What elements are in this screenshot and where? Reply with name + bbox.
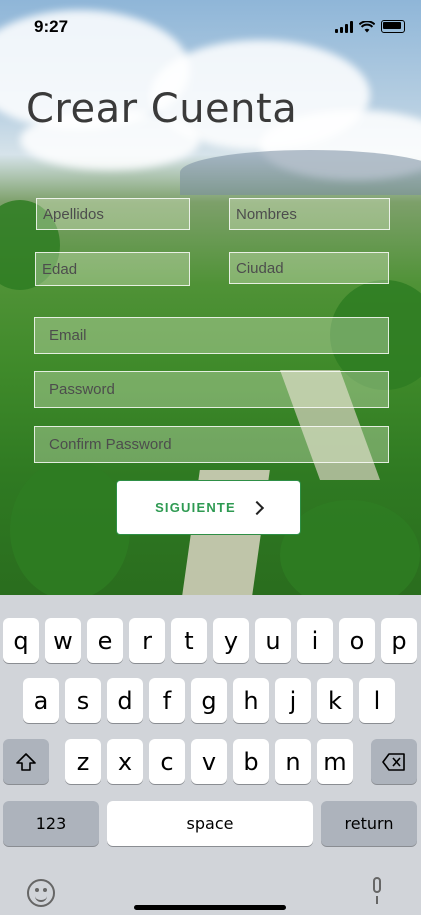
key[interactable]: i — [297, 618, 333, 663]
key[interactable]: c — [149, 739, 185, 784]
emoji-icon[interactable] — [27, 879, 55, 907]
key[interactable]: o — [339, 618, 375, 663]
status-time: 9:27 — [34, 17, 69, 36]
key[interactable]: l — [359, 678, 395, 723]
page-title: Crear Cuenta — [26, 86, 298, 132]
signal-icon — [335, 20, 353, 33]
password-input[interactable] — [49, 381, 388, 398]
delete-key[interactable] — [371, 739, 417, 784]
nombres-input[interactable] — [236, 205, 389, 223]
siguiente-label: SIGUIENTE — [155, 500, 236, 515]
wifi-icon — [359, 20, 375, 32]
ciudad-input[interactable] — [236, 259, 388, 277]
microphone-icon[interactable] — [370, 877, 384, 907]
key[interactable]: t — [171, 618, 207, 663]
status-icons — [335, 20, 405, 33]
status-bar: 9:27 — [0, 0, 421, 52]
key[interactable]: x — [107, 739, 143, 784]
home-indicator — [134, 905, 286, 910]
shift-icon — [16, 752, 36, 771]
confirm-password-input[interactable] — [49, 436, 388, 453]
key[interactable]: z — [65, 739, 101, 784]
battery-icon — [381, 20, 405, 33]
apellidos-input[interactable] — [43, 205, 189, 223]
key[interactable]: f — [149, 678, 185, 723]
key[interactable]: w — [45, 618, 81, 663]
chevron-right-icon — [249, 500, 265, 515]
key[interactable]: k — [317, 678, 353, 723]
ciudad-field[interactable] — [229, 252, 389, 284]
key[interactable]: h — [233, 678, 269, 723]
shift-key[interactable] — [3, 739, 49, 784]
nombres-field[interactable] — [229, 198, 390, 230]
screen: 9:27 Crear Cuenta SIGUIENTE q w e r — [0, 0, 421, 915]
key[interactable]: n — [275, 739, 311, 784]
password-field[interactable] — [34, 371, 389, 408]
backspace-icon — [382, 752, 405, 771]
key[interactable]: a — [23, 678, 59, 723]
key[interactable]: p — [381, 618, 417, 663]
email-field[interactable] — [34, 317, 389, 354]
edad-input[interactable] — [42, 260, 189, 278]
key[interactable]: m — [317, 739, 353, 784]
key[interactable]: v — [191, 739, 227, 784]
keyboard: q w e r t y u i o p a s d f g h j k l z — [0, 595, 421, 915]
key[interactable]: q — [3, 618, 39, 663]
key[interactable]: g — [191, 678, 227, 723]
key[interactable]: j — [275, 678, 311, 723]
key[interactable]: r — [129, 618, 165, 663]
edad-field[interactable] — [35, 252, 190, 286]
numbers-key[interactable]: 123 — [3, 801, 99, 846]
siguiente-button[interactable]: SIGUIENTE — [116, 480, 301, 535]
return-key[interactable]: return — [321, 801, 417, 846]
key[interactable]: d — [107, 678, 143, 723]
key[interactable]: y — [213, 618, 249, 663]
email-input[interactable] — [49, 327, 388, 344]
key[interactable]: e — [87, 618, 123, 663]
key[interactable]: b — [233, 739, 269, 784]
confirm-password-field[interactable] — [34, 426, 389, 463]
key[interactable]: u — [255, 618, 291, 663]
apellidos-field[interactable] — [36, 198, 190, 230]
space-key[interactable]: space — [107, 801, 313, 846]
key[interactable]: s — [65, 678, 101, 723]
